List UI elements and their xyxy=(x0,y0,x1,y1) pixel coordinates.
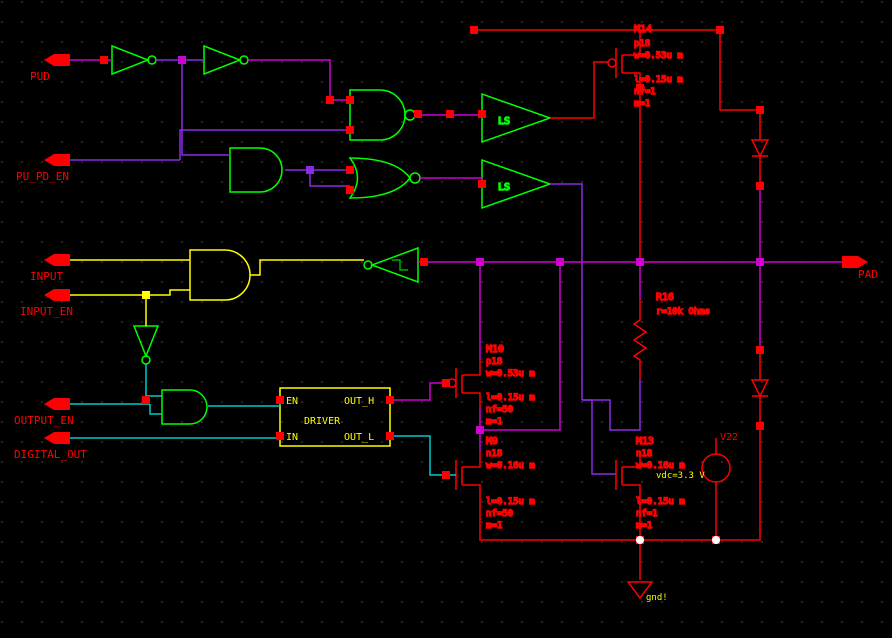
r16-name: R16 xyxy=(656,292,674,303)
svg-text:w=0.53u m: w=0.53u m xyxy=(486,369,535,379)
driver-in: IN xyxy=(286,432,298,443)
port-digital-out-label: DIGITAL_OUT xyxy=(14,448,87,461)
svg-text:l=0.15u m: l=0.15u m xyxy=(634,75,683,85)
m9-name: M9 xyxy=(486,436,498,447)
svg-text:p18: p18 xyxy=(486,357,502,367)
svg-text:p18: p18 xyxy=(634,39,650,49)
ls1-label: LS xyxy=(498,116,510,127)
grid xyxy=(0,0,892,638)
svg-text:w=0.16u m: w=0.16u m xyxy=(486,461,535,471)
m10-name: M10 xyxy=(486,344,504,355)
v22-name: V22 xyxy=(720,432,738,443)
svg-text:l=0.15u m: l=0.15u m xyxy=(636,497,685,507)
svg-text:n18: n18 xyxy=(486,449,502,459)
driver-outl: OUT_L xyxy=(344,432,374,443)
svg-text:r=10k Ohms: r=10k Ohms xyxy=(656,307,710,317)
svg-text:l=0.15u m: l=0.15u m xyxy=(486,497,535,507)
driver-en: EN xyxy=(286,396,298,407)
svg-text:nf=50: nf=50 xyxy=(486,405,513,415)
port-pad-label: PAD xyxy=(858,268,878,281)
svg-text:n18: n18 xyxy=(636,449,652,459)
svg-text:m=1: m=1 xyxy=(636,521,652,531)
port-pud-label: PUD xyxy=(30,70,50,83)
svg-text:m=1: m=1 xyxy=(634,99,650,109)
svg-text:nf=50: nf=50 xyxy=(486,509,513,519)
driver-outh: OUT_H xyxy=(344,396,374,407)
port-input-label: INPUT xyxy=(30,270,63,283)
ls2-label: LS xyxy=(498,182,510,193)
svg-text:w=0.16u m: w=0.16u m xyxy=(636,461,685,471)
svg-text:m=1: m=1 xyxy=(486,417,502,427)
driver-name: DRIVER xyxy=(304,416,341,427)
svg-text:vdc=3.3 V: vdc=3.3 V xyxy=(656,471,705,481)
svg-text:l=0.15u m: l=0.15u m xyxy=(486,393,535,403)
port-output-en-label: OUTPUT_EN xyxy=(14,414,74,427)
svg-text:m=1: m=1 xyxy=(486,521,502,531)
m13-name: M13 xyxy=(636,436,654,447)
svg-text:w=0.53u m: w=0.53u m xyxy=(634,51,683,61)
port-pu-pd-en-label: PU_PD_EN xyxy=(16,170,69,183)
gnd-label: gnd! xyxy=(646,593,668,603)
port-input-en-label: INPUT_EN xyxy=(20,305,73,318)
schematic-canvas[interactable]: PUD PU_PD_EN INPUT INPUT_EN OUTPUT_EN DI… xyxy=(0,0,892,638)
